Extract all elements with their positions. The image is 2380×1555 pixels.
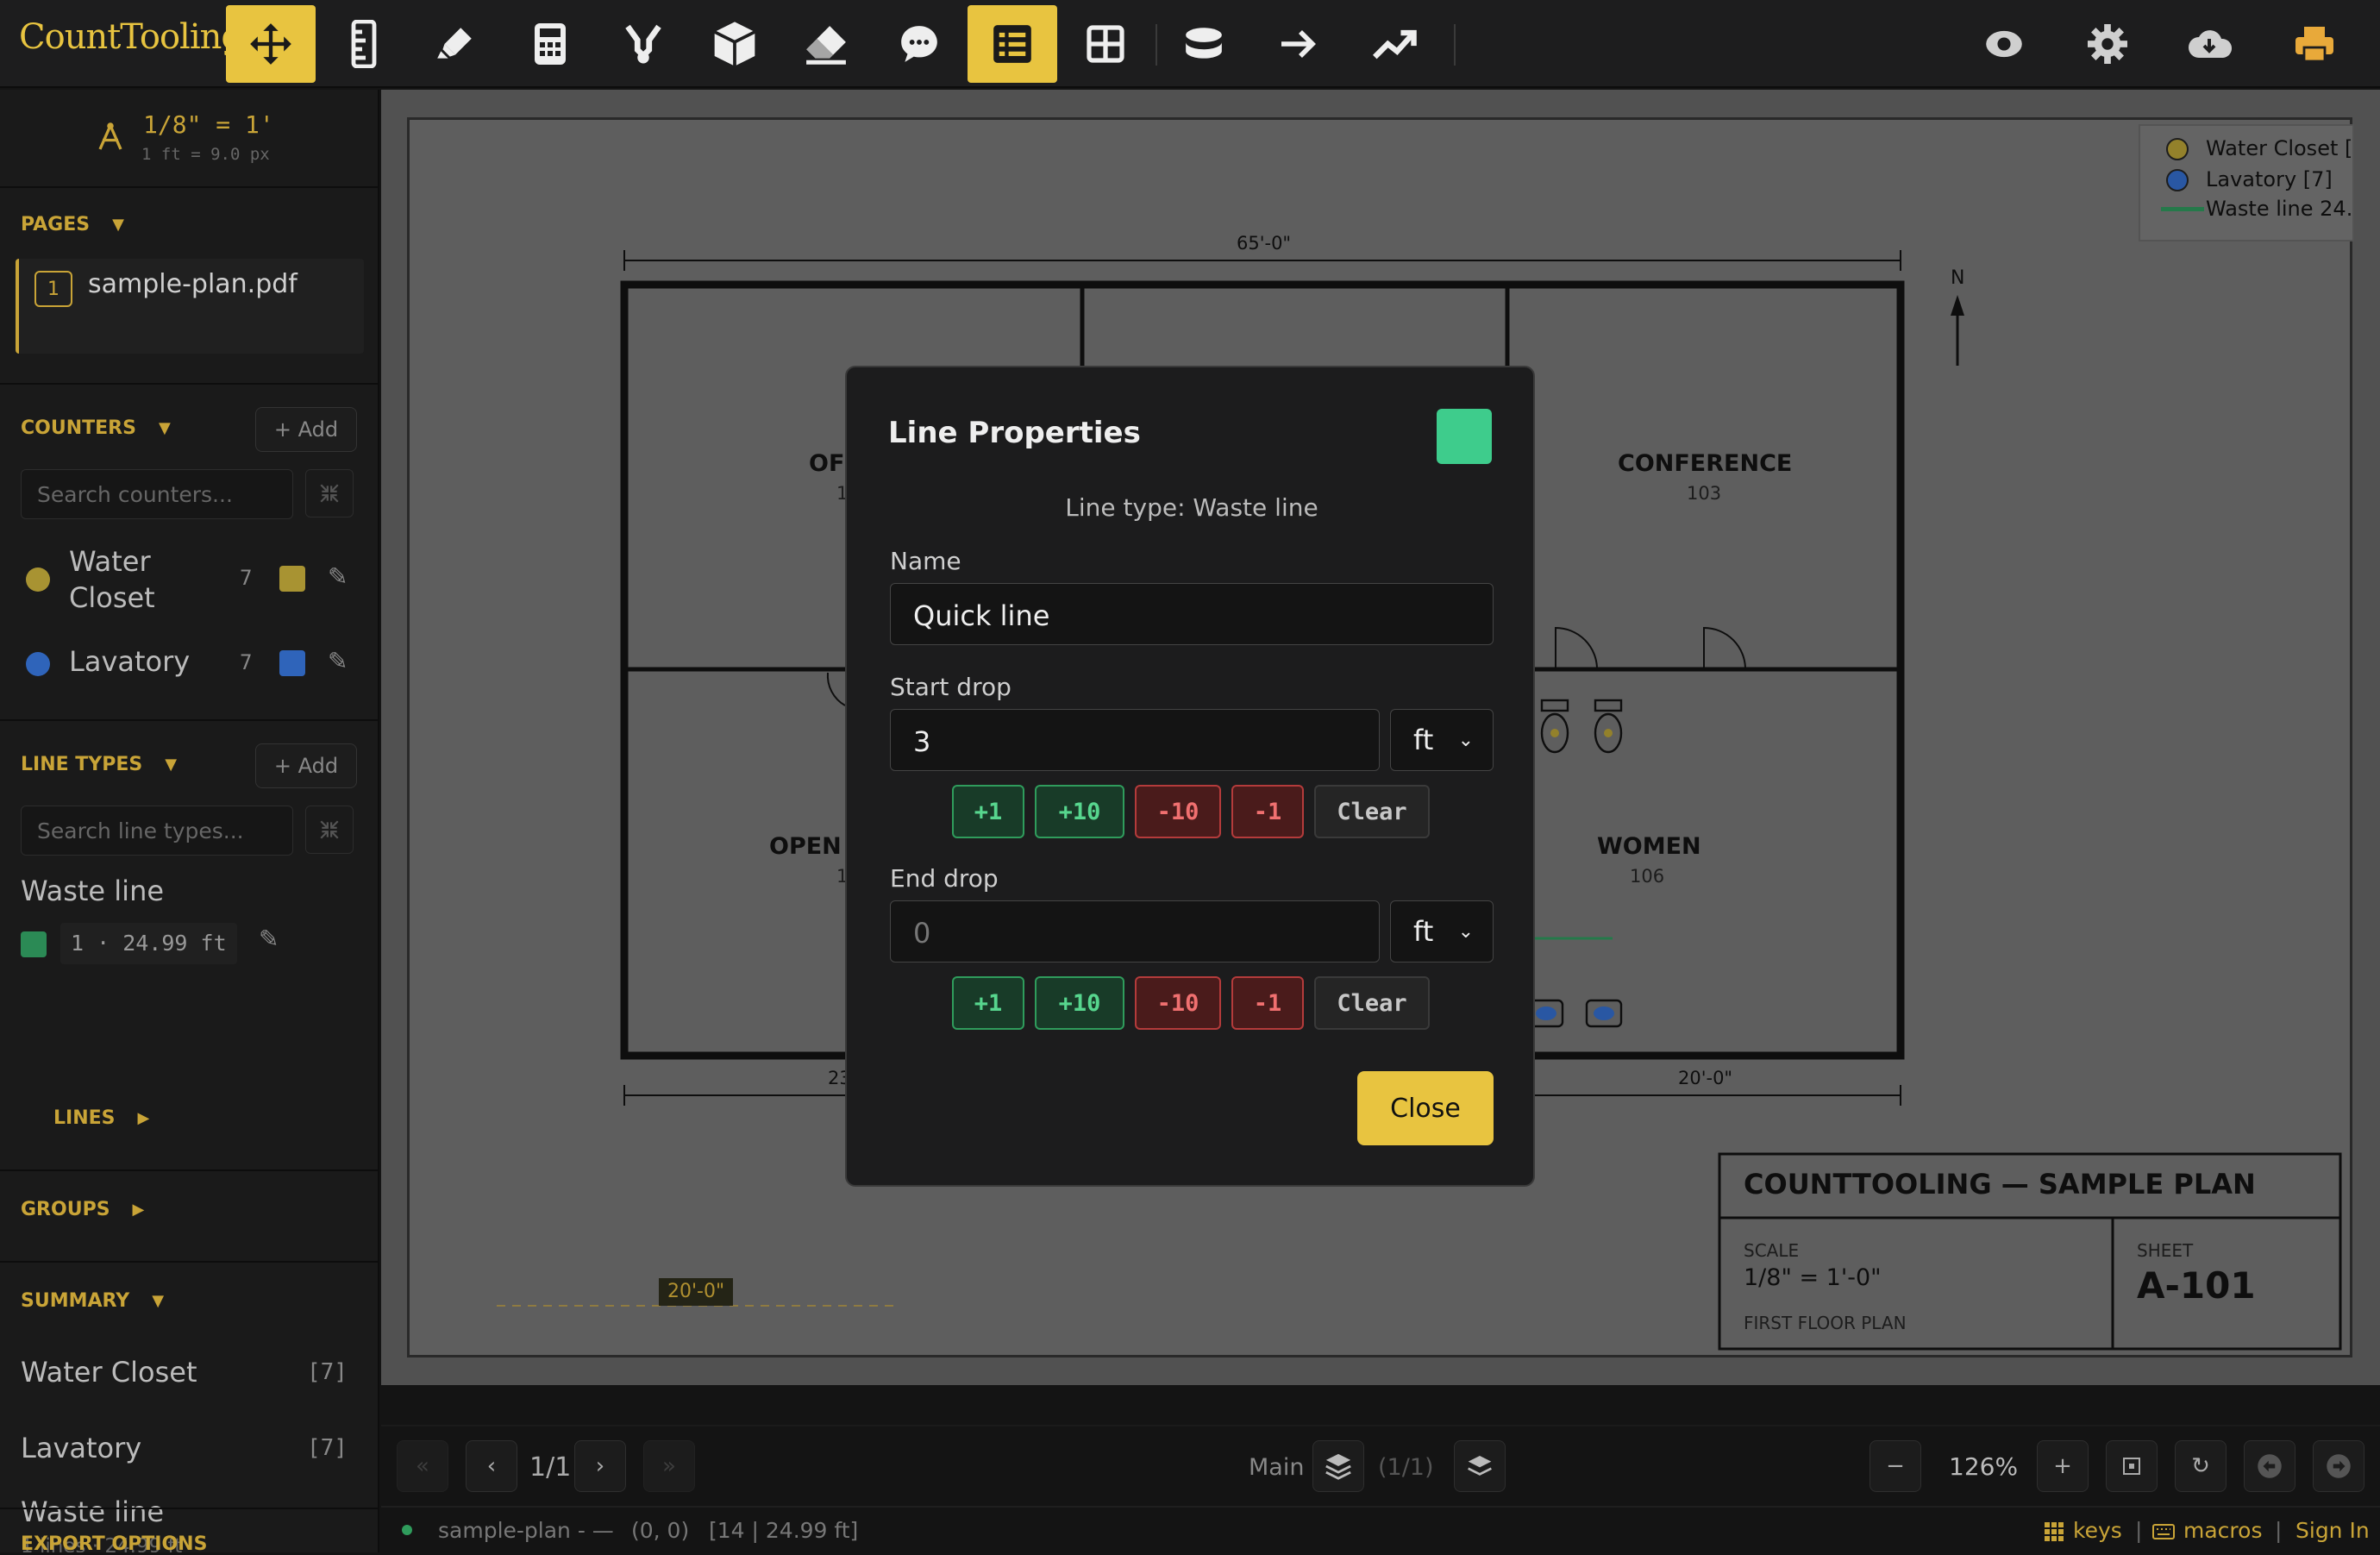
start-minus-10-button[interactable]: -10: [1135, 785, 1221, 838]
zoom-level: 126%: [1949, 1452, 2019, 1481]
name-label: Name: [890, 547, 961, 575]
status-coords: (0, 0): [631, 1518, 690, 1543]
summary-item-count: [7]: [307, 1435, 348, 1461]
prev-page-button[interactable]: ‹: [466, 1440, 517, 1492]
status-separator: |: [2135, 1518, 2143, 1543]
page-controls-bar: « ‹ 1/1 › » Main (1/1) − 126% + ↻: [381, 1385, 2380, 1506]
end-drop-label: End drop: [890, 864, 999, 893]
fit-page-icon: [2123, 1458, 2140, 1475]
layers-icon: [1325, 1453, 1351, 1480]
zoom-in-button[interactable]: +: [2037, 1440, 2089, 1492]
summary-item-name: Waste line: [21, 1495, 165, 1528]
chevron-down-icon: ⌄: [1457, 729, 1474, 751]
status-separator: |: [2275, 1518, 2283, 1543]
start-drop-input[interactable]: 3: [890, 709, 1380, 771]
export-options-toggle[interactable]: EXPORT OPTIONS: [21, 1533, 207, 1555]
fit-to-page-button[interactable]: [2106, 1440, 2158, 1492]
status-stats: [14 | 24.99 ft]: [709, 1518, 859, 1543]
divider: [0, 1508, 379, 1509]
line-type-text: Line type: Waste line: [1065, 493, 1318, 522]
layer-count: (1/1): [1378, 1454, 1434, 1481]
dialog-title: Line Properties: [888, 416, 1141, 450]
end-minus-1-button[interactable]: -1: [1231, 976, 1304, 1030]
macros-link[interactable]: macros: [2183, 1518, 2262, 1543]
undo-button[interactable]: [2244, 1440, 2295, 1492]
redo-circle-icon: [2327, 1454, 2351, 1478]
undo-circle-icon: [2258, 1454, 2282, 1478]
layers-button[interactable]: [1312, 1440, 1364, 1492]
layer-name: Main: [1249, 1454, 1305, 1481]
redo-button[interactable]: [2313, 1440, 2364, 1492]
status-dot: [402, 1525, 412, 1535]
start-minus-1-button[interactable]: -1: [1231, 785, 1304, 838]
summary-item-name: Lavatory: [21, 1432, 142, 1464]
end-drop-input[interactable]: 0: [890, 900, 1380, 962]
layers-settings-icon: [1468, 1456, 1492, 1476]
layer-settings-button[interactable]: [1454, 1440, 1506, 1492]
status-bar: sample-plan - — (0, 0) [14 | 24.99 ft] k…: [381, 1506, 2380, 1552]
start-clear-button[interactable]: Clear: [1314, 785, 1430, 838]
next-page-button[interactable]: ›: [574, 1440, 626, 1492]
start-drop-unit-select[interactable]: ft ⌄: [1390, 709, 1494, 771]
start-drop-label: Start drop: [890, 673, 1012, 701]
zoom-out-button[interactable]: −: [1870, 1440, 1921, 1492]
first-page-button[interactable]: «: [397, 1440, 448, 1492]
status-file: sample-plan - —: [438, 1518, 614, 1543]
end-plus-1-button[interactable]: +1: [952, 976, 1024, 1030]
name-input[interactable]: Quick line: [890, 583, 1494, 645]
last-page-button[interactable]: »: [643, 1440, 695, 1492]
start-plus-1-button[interactable]: +1: [952, 785, 1024, 838]
start-plus-10-button[interactable]: +10: [1035, 785, 1124, 838]
keyboard-grid-icon: [2045, 1522, 2064, 1541]
line-properties-dialog: Line Properties Line type: Waste line Na…: [845, 366, 1535, 1187]
keyboard-icon: [2152, 1524, 2175, 1539]
page-indicator: 1/1: [529, 1452, 572, 1483]
end-minus-10-button[interactable]: -10: [1135, 976, 1221, 1030]
line-color-picker[interactable]: [1437, 409, 1492, 464]
keys-link[interactable]: keys: [2073, 1518, 2122, 1543]
end-plus-10-button[interactable]: +10: [1035, 976, 1124, 1030]
rotate-button[interactable]: ↻: [2175, 1440, 2227, 1492]
end-clear-button[interactable]: Clear: [1314, 976, 1430, 1030]
end-drop-unit-select[interactable]: ft ⌄: [1390, 900, 1494, 962]
close-button[interactable]: Close: [1357, 1071, 1494, 1145]
chevron-down-icon: ⌄: [1457, 920, 1474, 943]
sign-in-link[interactable]: Sign In: [2295, 1518, 2370, 1543]
